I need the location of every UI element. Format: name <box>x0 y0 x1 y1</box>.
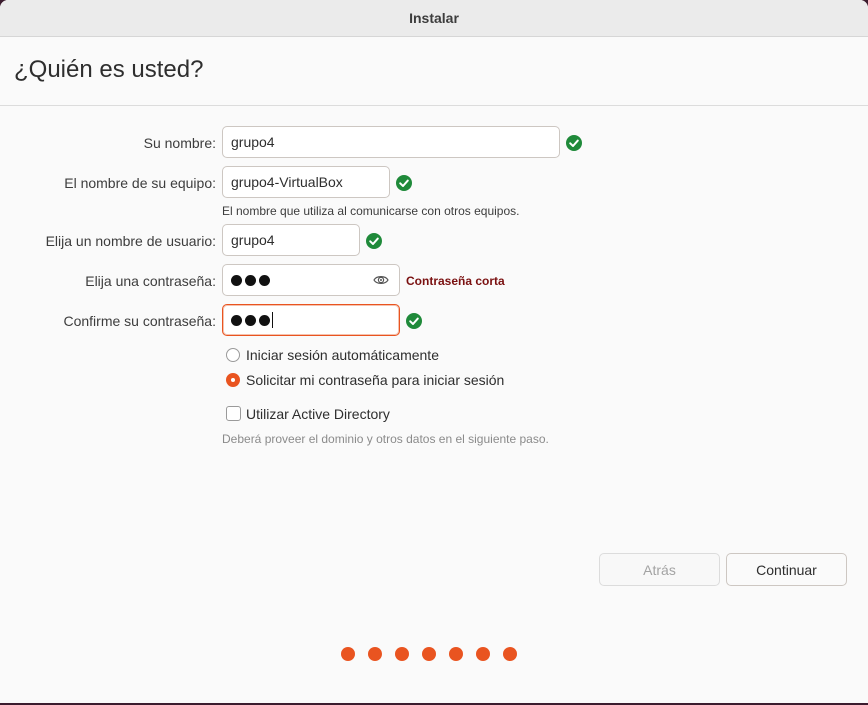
progress-dot <box>476 647 490 661</box>
mask-dot <box>259 274 270 286</box>
password-strength-warning: Contraseña corta <box>406 274 505 288</box>
window-titlebar: Instalar <box>0 0 868 37</box>
name-value: grupo4 <box>231 134 275 150</box>
name-field[interactable]: grupo4 <box>222 126 560 158</box>
progress-dot <box>449 647 463 661</box>
active-directory-hint: Deberá proveer el dominio y otros datos … <box>222 432 549 446</box>
progress-dot <box>422 647 436 661</box>
text-cursor <box>272 312 273 328</box>
mask-dot <box>259 314 270 326</box>
progress-dot <box>395 647 409 661</box>
page-title: ¿Quién es usted? <box>14 56 204 83</box>
active-directory-label[interactable]: Utilizar Active Directory <box>246 406 390 422</box>
mask-dot <box>231 314 242 326</box>
mask-dot <box>245 274 256 286</box>
title-divider <box>0 105 868 106</box>
confirm-password-mask <box>231 314 270 326</box>
name-label: Su nombre: <box>143 135 216 151</box>
username-value: grupo4 <box>231 232 275 248</box>
confirm-password-field[interactable] <box>222 304 400 336</box>
progress-dot <box>503 647 517 661</box>
confirm-password-label: Confirme su contraseña: <box>63 313 216 329</box>
continue-button[interactable]: Continuar <box>726 553 847 586</box>
mask-dot <box>231 274 242 286</box>
window-title: Instalar <box>409 10 459 26</box>
install-progress-dots <box>341 647 517 661</box>
progress-dot <box>341 647 355 661</box>
confirm-password-valid-check-icon <box>406 313 422 329</box>
radio-require-password[interactable] <box>226 373 240 387</box>
computer-name-field[interactable]: grupo4-VirtualBox <box>222 166 390 198</box>
computer-name-valid-check-icon <box>396 175 412 191</box>
username-valid-check-icon <box>366 233 382 249</box>
radio-require-password-label[interactable]: Solicitar mi contraseña para iniciar ses… <box>246 372 504 388</box>
name-valid-check-icon <box>566 135 582 151</box>
password-mask <box>231 274 270 286</box>
radio-auto-login-label[interactable]: Iniciar sesión automáticamente <box>246 347 439 363</box>
username-label: Elija un nombre de usuario: <box>45 233 216 249</box>
password-field[interactable] <box>222 264 400 296</box>
password-label: Elija una contraseña: <box>85 273 216 289</box>
mask-dot <box>245 314 256 326</box>
progress-dot <box>368 647 382 661</box>
installer-window: Instalar ¿Quién es usted? Su nombre: gru… <box>0 0 868 703</box>
username-field[interactable]: grupo4 <box>222 224 360 256</box>
back-button[interactable]: Atrás <box>599 553 720 586</box>
eye-icon[interactable] <box>373 273 389 290</box>
computer-name-label: El nombre de su equipo: <box>64 175 216 191</box>
computer-name-hint: El nombre que utiliza al comunicarse con… <box>222 204 520 218</box>
active-directory-checkbox[interactable] <box>226 406 241 421</box>
radio-auto-login[interactable] <box>226 348 240 362</box>
computer-name-value: grupo4-VirtualBox <box>231 174 343 190</box>
